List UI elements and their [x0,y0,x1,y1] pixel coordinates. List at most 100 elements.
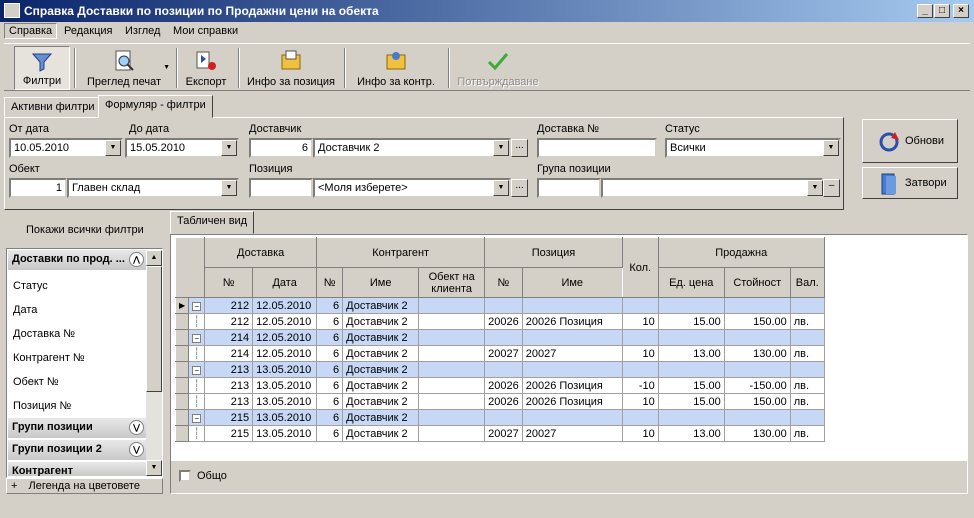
filter-item-contragent-no[interactable]: Контрагент № [13,352,85,364]
col-value[interactable]: Стойност [723,267,791,298]
cell-pno[interactable]: 20026 [484,393,523,410]
minimize-button[interactable]: _ [917,4,933,18]
cell-pno[interactable] [484,329,523,346]
chevron-up-icon[interactable]: ⋀ [129,252,144,267]
group-row[interactable]: −213 13.05.2010 6 Доставчик 2 [174,361,825,378]
cell-cname[interactable]: Доставчик 2 [342,313,420,330]
chevron-down-icon[interactable]: ▼ [105,140,121,156]
cell-date[interactable]: 13.05.2010 [252,409,318,426]
cell-pno[interactable] [484,409,523,426]
cell-cno[interactable]: 6 [316,297,344,314]
cell-obj[interactable] [418,297,486,314]
export-button[interactable]: Експорт [180,46,232,90]
tab-table-view[interactable]: Табличен вид [170,211,255,234]
cell-cno[interactable]: 6 [316,361,344,378]
cell-date[interactable]: 12.05.2010 [252,313,318,330]
chevron-down-icon[interactable]: ▼ [493,180,509,196]
cell-obj[interactable] [418,393,486,410]
group-row[interactable]: −215 13.05.2010 6 Доставчик 2 [174,409,825,426]
group-row[interactable]: ▶ −212 12.05.2010 6 Доставчик 2 [174,297,825,314]
menu-edit[interactable]: Редакция [64,25,112,37]
cell-cname[interactable]: Доставчик 2 [342,409,420,426]
cell-no[interactable]: 215 [204,425,254,442]
menu-view[interactable]: Изглед [125,25,160,37]
cell-cname[interactable]: Доставчик 2 [342,425,420,442]
cell-pno[interactable]: 20027 [484,425,523,442]
row-indicator[interactable] [174,393,190,410]
tab-active-filters[interactable]: Активни филтри [4,97,102,117]
cell-date[interactable]: 13.05.2010 [252,393,318,410]
group-position-groups-2[interactable]: Групи позиции 2 ⋁ [8,440,148,460]
object-name-input[interactable]: Главен склад [67,178,239,198]
cell-value[interactable]: -150.00 [723,377,791,394]
group-contragent[interactable]: Контрагент [8,462,148,476]
cell-price[interactable]: 13.00 [657,425,725,442]
cell-pno[interactable]: 20026 [484,377,523,394]
cell-cname[interactable]: Доставчик 2 [342,297,420,314]
info-position-button[interactable]: Инфо за позиция [242,46,340,90]
position-group-clear-button[interactable]: – [823,179,840,197]
cell-cname[interactable]: Доставчик 2 [342,329,420,346]
cell-cur[interactable]: лв. [789,393,825,410]
tab-form-filters[interactable]: Формуляр - филтри [98,95,213,118]
refresh-button[interactable]: Обнови [862,119,958,163]
col-position-no[interactable]: № [484,267,523,298]
cell-date[interactable]: 13.05.2010 [252,425,318,442]
cell-cno[interactable]: 6 [316,329,344,346]
table-row[interactable]: ┆ 212 12.05.2010 6 Доставчик 2 20026 20026 Поз… [174,313,825,330]
cell-cname[interactable]: Доставчик 2 [342,345,420,362]
cell-no[interactable]: 214 [204,345,254,362]
cell-obj[interactable] [418,377,486,394]
cell-price[interactable]: 15.00 [657,313,725,330]
filter-item-status[interactable]: Статус [13,280,48,292]
position-group-code-input[interactable] [537,178,601,198]
cell-cur[interactable]: лв. [789,425,825,442]
cell-cur[interactable]: лв. [789,313,825,330]
cell-pname[interactable]: 20026 Позиция [521,393,623,410]
cell-no[interactable]: 214 [204,329,254,346]
col-currency[interactable]: Вал. [789,267,825,298]
cell-price[interactable] [657,297,725,314]
col-unit-price[interactable]: Ед. цена [657,267,725,298]
filter-item-delivery-no[interactable]: Доставка № [13,328,75,340]
cell-cno[interactable]: 6 [316,393,344,410]
table-row[interactable]: ┆ 213 13.05.2010 6 Доставчик 2 20026 20026 Поз… [174,377,825,394]
cell-cname[interactable]: Доставчик 2 [342,361,420,378]
col-group-sale[interactable]: Продажна [657,237,825,268]
chevron-down-icon[interactable]: ▼ [807,180,823,196]
cell-pname[interactable]: 20026 Позиция [521,377,623,394]
cell-qty[interactable]: 10 [621,393,659,410]
cell-cur[interactable] [789,409,825,426]
cell-pname[interactable]: 20026 Позиция [521,313,623,330]
col-position-name[interactable]: Име [521,267,623,298]
col-date[interactable]: Дата [252,267,318,298]
cell-price[interactable]: 15.00 [657,377,725,394]
supplier-code-input[interactable]: 6 [249,138,313,158]
cell-pname[interactable] [521,329,623,346]
col-group-delivery[interactable]: Доставка [204,237,318,268]
col-qty[interactable]: Кол. [621,237,659,298]
cell-no[interactable]: 213 [204,393,254,410]
cell-obj[interactable] [418,409,486,426]
color-legend-toggle[interactable]: + Легенда на цветовете [6,478,163,494]
cell-pno[interactable] [484,361,523,378]
scroll-down-icon[interactable]: ▼ [146,460,162,476]
cell-price[interactable] [657,329,725,346]
cell-value[interactable]: 150.00 [723,313,791,330]
row-indicator[interactable] [174,345,190,362]
maximize-button[interactable]: □ [934,4,950,18]
col-client-object[interactable]: Обект на клиента [418,267,486,298]
close-button[interactable]: Затвори [862,167,958,199]
cell-obj[interactable] [418,313,486,330]
cell-cname[interactable]: Доставчик 2 [342,393,420,410]
filters-button[interactable]: Филтри [14,46,70,90]
cell-no[interactable]: 215 [204,409,254,426]
table-row[interactable]: ┆ 214 12.05.2010 6 Доставчик 2 20027 20027 10 13… [174,345,825,362]
cell-cno[interactable]: 6 [316,409,344,426]
scroll-up-icon[interactable]: ▲ [146,250,162,266]
cell-pname[interactable]: 20027 [521,345,623,362]
row-indicator[interactable] [174,409,190,426]
cell-price[interactable] [657,409,725,426]
collapse-icon[interactable]: − [188,409,206,426]
group-position-groups[interactable]: Групи позиции ⋁ [8,418,148,438]
